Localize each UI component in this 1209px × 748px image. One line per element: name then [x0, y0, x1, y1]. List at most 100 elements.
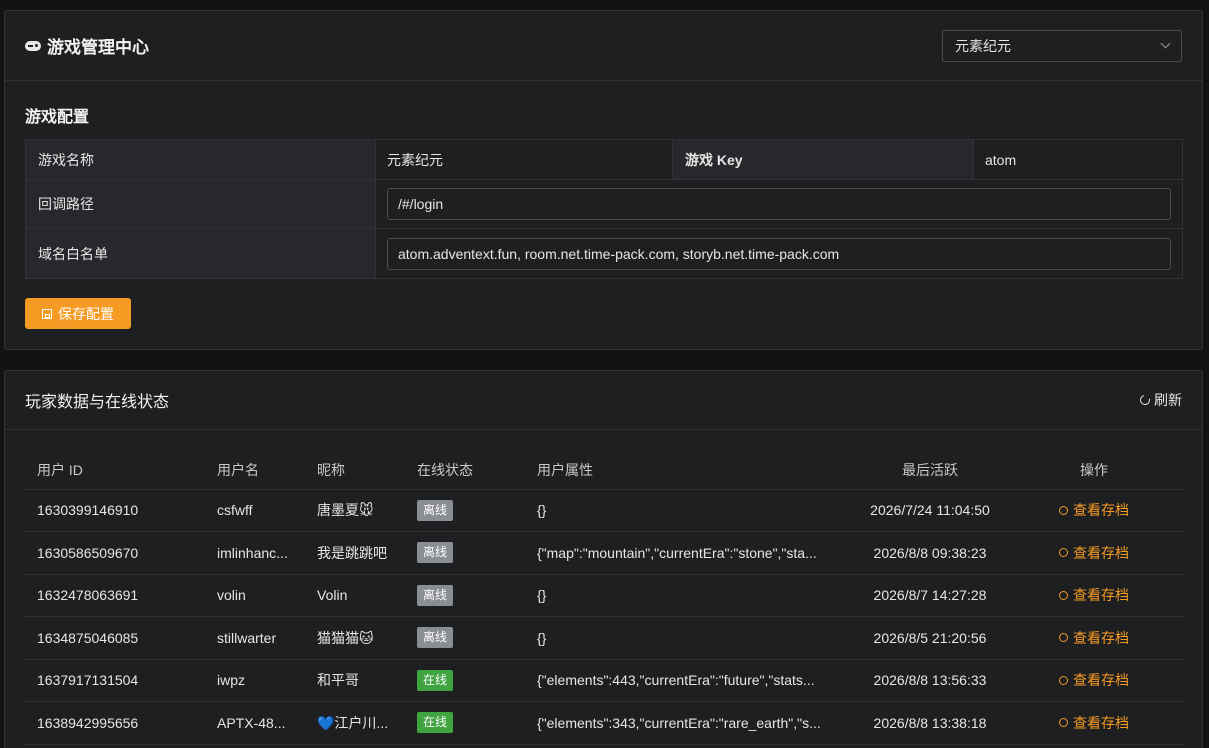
user-id-cell: 1630399146910 — [25, 489, 205, 532]
username-text: volin — [217, 587, 246, 604]
col-username: 用户名 — [205, 451, 305, 490]
nickname-cell: Volin — [305, 574, 405, 617]
game-name-value: 元素纪元 — [376, 140, 673, 179]
view-save-link[interactable]: 查看存档 — [1059, 670, 1129, 690]
last-active-cell: 2026/8/5 21:20:56 — [855, 616, 1005, 660]
save-config-label: 保存配置 — [58, 305, 114, 322]
user-id-cell: 1630586509670 — [25, 531, 205, 575]
status-badge: 在线 — [417, 712, 454, 734]
attrs-cell: {} — [525, 616, 855, 660]
archive-icon — [1059, 675, 1068, 685]
status-badge: 离线 — [417, 627, 454, 649]
status-badge: 离线 — [417, 584, 454, 606]
view-save-label: 查看存档 — [1073, 587, 1129, 604]
attrs-text: {} — [537, 502, 547, 519]
last-active-cell: 2026/8/8 13:38:18 — [855, 701, 1005, 745]
archive-icon — [1059, 633, 1068, 643]
archive-icon — [1059, 548, 1068, 558]
view-save-label: 查看存档 — [1073, 544, 1129, 561]
config-descriptions: 游戏名称 元素纪元 游戏 Key atom 回调路径 /#/login 域名白名… — [25, 139, 1183, 279]
game-select-value: 元素纪元 — [955, 37, 1011, 54]
nickname-text: 我是跳跳吧 — [317, 544, 387, 561]
view-save-link[interactable]: 查看存档 — [1059, 585, 1129, 605]
attrs-cell: {} — [525, 574, 855, 617]
status-badge: 离线 — [417, 499, 454, 521]
archive-icon — [1059, 718, 1068, 728]
callback-label: 回调路径 — [26, 180, 376, 228]
attrs-cell: {"elements":443,"currentEra":"future","s… — [525, 659, 855, 702]
col-nickname: 昵称 — [305, 451, 405, 490]
table-row: 1634875046085 stillwarter 猫猫猫🐱 离线 {} 2026/8/5… — [25, 616, 1183, 660]
game-config-card: 游戏管理中心 元素纪元 游戏配置 游戏名称 元素纪元 游戏 Key atom 回… — [4, 10, 1203, 350]
status-cell: 离线 — [405, 531, 525, 575]
status-badge: 在线 — [417, 669, 454, 691]
action-cell: 查看存档 — [1005, 616, 1183, 660]
view-save-label: 查看存档 — [1073, 714, 1129, 731]
refresh-label: 刷新 — [1154, 392, 1182, 408]
refresh-icon — [1138, 393, 1152, 407]
attrs-text: {"elements":443,"currentEra":"future","s… — [537, 672, 815, 689]
user-id-cell: 1632478063691 — [25, 574, 205, 617]
app-title: 游戏管理中心 — [25, 33, 149, 58]
chevron-down-icon — [1160, 38, 1171, 49]
table-row: 1638942995656 APTX-48... 💙江户川... 在线 {"elemen… — [25, 701, 1183, 745]
whitelist-input[interactable]: atom.adventext.fun, room.net.time-pack.c… — [387, 237, 1171, 270]
user-id-cell: 1637917131504 — [25, 659, 205, 702]
archive-icon — [1059, 505, 1068, 515]
nickname-text: 💙江户川... — [317, 714, 389, 731]
whitelist-label: 域名白名单 — [26, 229, 376, 278]
game-name-label: 游戏名称 — [26, 140, 376, 179]
app-title-text: 游戏管理中心 — [47, 38, 149, 57]
table-row: 1637917131504 iwpz 和平哥 在线 {"elements":443,"c… — [25, 659, 1183, 702]
user-id-cell: 1638942995656 — [25, 701, 205, 745]
username-text: iwpz — [217, 672, 246, 689]
col-user-id: 用户 ID — [25, 451, 205, 490]
username-cell: APTX-48... — [205, 701, 305, 745]
table-header-row: 用户 ID 用户名 昵称 在线状态 用户属性 最后活跃 操作 — [25, 451, 1183, 490]
nickname-text: 唐墨夏🐭 — [317, 502, 374, 519]
last-active-cell: 2026/8/8 13:56:33 — [855, 659, 1005, 702]
whitelist-value-cell: atom.adventext.fun, room.net.time-pack.c… — [376, 229, 1182, 278]
players-table: 用户 ID 用户名 昵称 在线状态 用户属性 最后活跃 操作 163039914… — [25, 451, 1183, 745]
username-cell: csfwff — [205, 489, 305, 532]
players-table-body: 1630399146910 csfwff 唐墨夏🐭 离线 {} 2026/7/24 11:… — [25, 489, 1183, 745]
attrs-cell: {} — [525, 489, 855, 532]
nickname-cell: 💙江户川... — [305, 701, 405, 745]
game-select[interactable]: 元素纪元 — [942, 29, 1182, 62]
config-row-whitelist: 域名白名单 atom.adventext.fun, room.net.time-… — [26, 229, 1182, 278]
view-save-link[interactable]: 查看存档 — [1059, 500, 1129, 520]
user-id-cell: 1634875046085 — [25, 616, 205, 660]
username-text: stillwarter — [217, 629, 277, 646]
username-text: APTX-48... — [217, 714, 286, 731]
col-online-status: 在线状态 — [405, 451, 525, 490]
nickname-cell: 唐墨夏🐭 — [305, 489, 405, 532]
col-user-attrs: 用户属性 — [525, 451, 855, 490]
game-key-value: atom — [985, 151, 1017, 168]
app-header: 游戏管理中心 元素纪元 — [5, 11, 1202, 81]
view-save-link[interactable]: 查看存档 — [1059, 713, 1129, 733]
callback-input[interactable]: /#/login — [387, 188, 1171, 220]
view-save-link[interactable]: 查看存档 — [1059, 628, 1129, 648]
username-cell: imlinhanc... — [205, 531, 305, 575]
view-save-label: 查看存档 — [1073, 502, 1129, 519]
action-cell: 查看存档 — [1005, 489, 1183, 532]
refresh-button[interactable]: 刷新 — [1138, 390, 1182, 410]
attrs-text: {"elements":343,"currentEra":"rare_earth… — [537, 714, 821, 731]
table-row: 1632478063691 volin Volin 离线 {} 2026/8/7 14:2… — [25, 574, 1183, 617]
config-section-title: 游戏配置 — [25, 109, 90, 126]
username-cell: iwpz — [205, 659, 305, 702]
action-cell: 查看存档 — [1005, 659, 1183, 702]
nickname-text: Volin — [317, 587, 348, 604]
status-cell: 离线 — [405, 489, 525, 532]
status-cell: 在线 — [405, 701, 525, 745]
view-save-label: 查看存档 — [1073, 629, 1129, 646]
view-save-link[interactable]: 查看存档 — [1059, 543, 1129, 563]
status-badge: 离线 — [417, 542, 454, 564]
save-config-button[interactable]: 保存配置 — [25, 298, 131, 329]
username-cell: volin — [205, 574, 305, 617]
nickname-cell: 猫猫猫🐱 — [305, 616, 405, 660]
game-key-label: 游戏 Key — [673, 140, 974, 179]
nickname-cell: 我是跳跳吧 — [305, 531, 405, 575]
callback-value-cell: /#/login — [376, 180, 1182, 228]
table-row: 1630399146910 csfwff 唐墨夏🐭 离线 {} 2026/7/24 11:… — [25, 489, 1183, 532]
